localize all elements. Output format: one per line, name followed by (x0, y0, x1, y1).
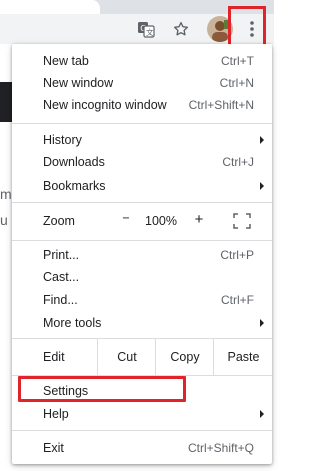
page-text-fragment: u (0, 212, 8, 228)
menu-item-label: Downloads (43, 154, 105, 169)
page-dark-band (0, 82, 12, 122)
copy-button[interactable]: Copy (155, 339, 214, 375)
svg-text:文: 文 (146, 27, 154, 37)
menu-item-label: More tools (43, 315, 102, 330)
menu-item-cast[interactable]: Cast... (12, 266, 272, 287)
menu-item-shortcut: Ctrl+P (220, 247, 254, 262)
menu-item-shortcut: Ctrl+T (221, 53, 254, 68)
menu-item-print[interactable]: Print... Ctrl+P (12, 244, 272, 265)
menu-item-label: Print... (43, 247, 80, 262)
star-icon[interactable] (170, 18, 192, 40)
fullscreen-icon[interactable] (233, 213, 251, 229)
edit-label: Edit (43, 350, 65, 364)
menu-item-label: New incognito window (43, 97, 167, 112)
menu-item-label: Help (43, 406, 69, 421)
menu-divider (12, 430, 272, 431)
menu-item-shortcut: Ctrl+J (222, 154, 254, 169)
settings-highlight (18, 376, 186, 402)
menu-item-label: Exit (43, 440, 64, 455)
menu-item-shortcut: Ctrl+Shift+N (188, 97, 254, 112)
zoom-level: 100% (145, 214, 177, 228)
translate-icon[interactable]: G 文 (135, 18, 157, 40)
menu-item-label: Find... (43, 292, 78, 307)
menu-item-new-tab[interactable]: New tab Ctrl+T (12, 50, 272, 71)
chevron-right-icon (258, 408, 266, 422)
paste-button[interactable]: Paste (213, 339, 273, 375)
menu-item-help[interactable]: Help (12, 403, 272, 424)
edit-row: Edit Cut Copy Paste (12, 339, 272, 375)
active-tab[interactable] (0, 0, 100, 14)
page-text-fragment: m (0, 186, 12, 202)
menu-item-label: Cast... (43, 269, 80, 284)
zoom-in-button[interactable]: + (190, 211, 208, 228)
chevron-right-icon (258, 134, 266, 148)
menu-item-label: Bookmarks (43, 178, 106, 193)
cut-button[interactable]: Cut (97, 339, 156, 375)
menu-item-shortcut: Ctrl+N (219, 75, 254, 90)
menu-item-history[interactable]: History (12, 129, 272, 150)
menu-item-shortcut: Ctrl+Shift+Q (187, 440, 254, 455)
menu-item-find[interactable]: Find... Ctrl+F (12, 289, 272, 310)
menu-item-label: History (43, 132, 82, 147)
menu-divider (12, 240, 272, 241)
menu-item-downloads[interactable]: Downloads Ctrl+J (12, 151, 272, 172)
chevron-right-icon (258, 180, 266, 194)
zoom-row: Zoom − 100% + (12, 203, 272, 239)
menu-item-new-incognito-window[interactable]: New incognito window Ctrl+Shift+N (12, 94, 272, 115)
menu-item-label: New window (43, 75, 114, 90)
menu-item-exit[interactable]: Exit Ctrl+Shift+Q (12, 437, 272, 458)
zoom-out-button[interactable]: − (117, 211, 135, 225)
menu-divider (12, 123, 272, 124)
menu-item-shortcut: Ctrl+F (221, 292, 254, 307)
menu-item-new-window[interactable]: New window Ctrl+N (12, 72, 272, 93)
chevron-right-icon (258, 317, 266, 331)
menu-item-bookmarks[interactable]: Bookmarks (12, 175, 272, 196)
menu-button-highlight (228, 6, 266, 48)
menu-item-more-tools[interactable]: More tools (12, 312, 272, 333)
zoom-label: Zoom (43, 214, 75, 228)
menu-item-label: New tab (43, 53, 89, 68)
